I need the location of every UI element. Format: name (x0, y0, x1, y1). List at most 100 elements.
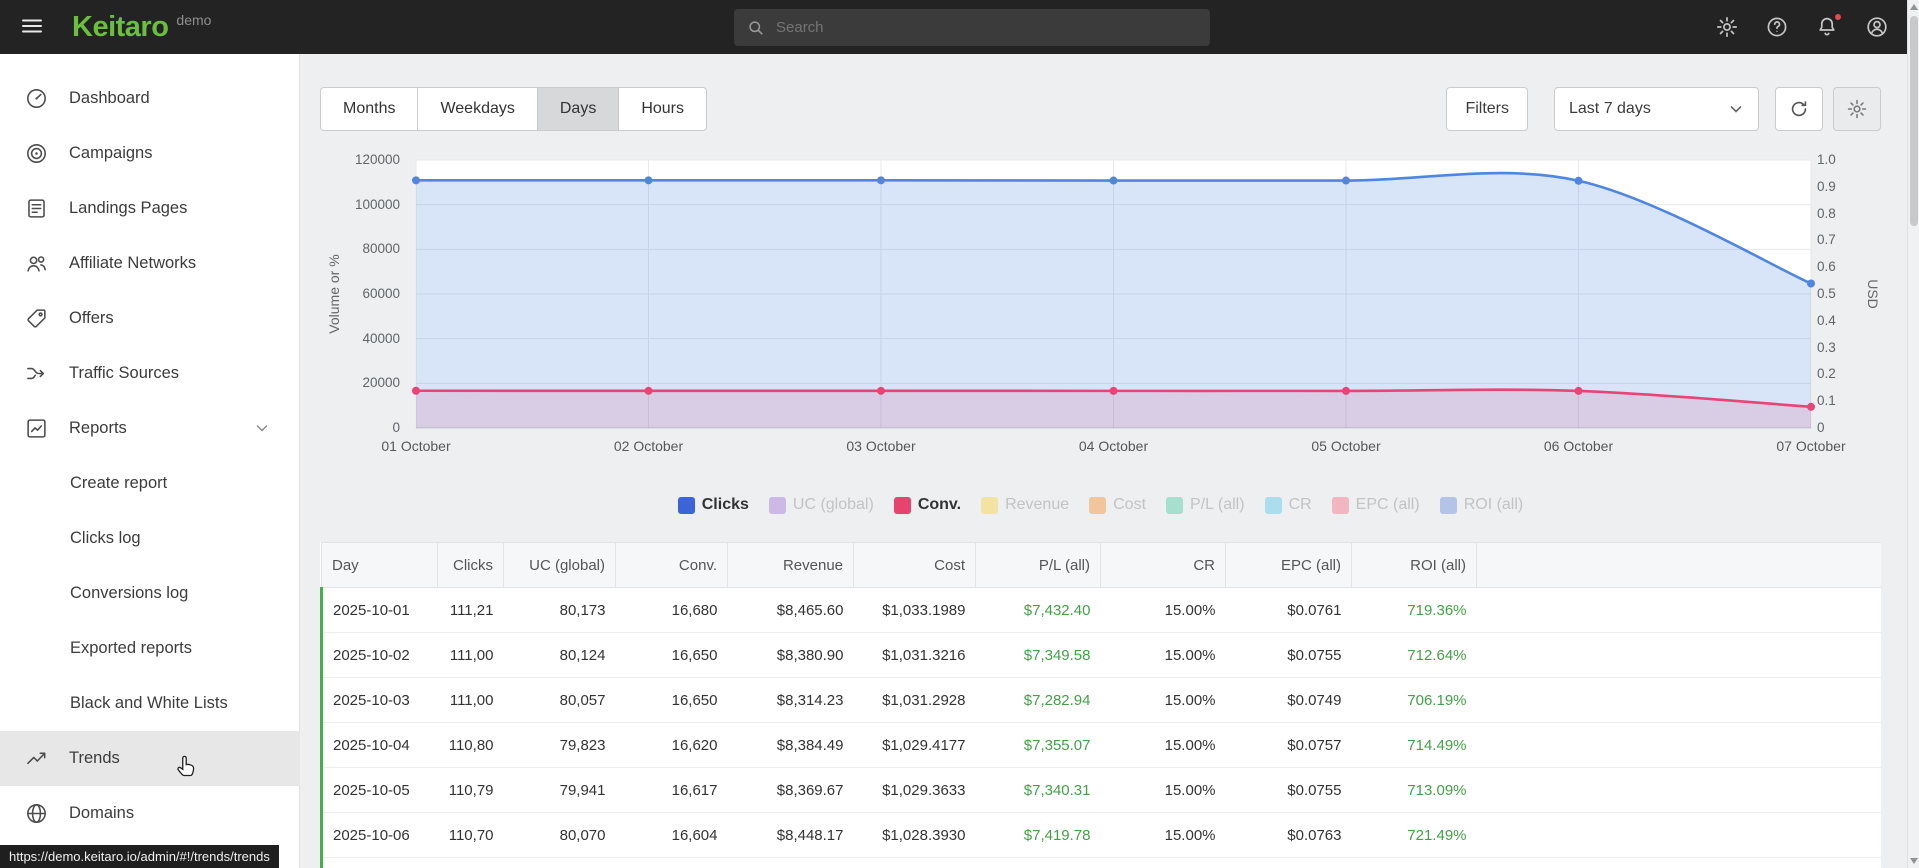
scrollbar-thumb[interactable] (1910, 16, 1918, 226)
tab-hours[interactable]: Hours (618, 87, 708, 131)
column-header-revenue[interactable]: Revenue (727, 542, 854, 588)
search-input[interactable] (776, 19, 1198, 36)
sidebar-item-label: Reports (69, 419, 127, 437)
column-header-day[interactable]: Day (321, 542, 438, 588)
table-cell: $0.0755 (1225, 632, 1352, 678)
gear-icon[interactable] (1715, 15, 1739, 39)
legend-swatch (768, 496, 786, 514)
y-axis-tick-label: 0 (392, 420, 400, 435)
y-axis-tick-label: 60000 (362, 286, 400, 301)
table-cell-filler (1476, 767, 1881, 813)
conv-marker (1109, 386, 1118, 395)
sidebar-item-campaigns[interactable]: Campaigns (0, 126, 300, 181)
bell-icon[interactable] (1815, 12, 1843, 39)
table-cell: 79,941 (503, 767, 616, 813)
y-axis-right-tick-label: 0.9 (1817, 178, 1836, 194)
sidebar-item-black-and-white-lists[interactable]: Black and White Lists (0, 676, 300, 731)
y-axis-right-title: USD (1865, 279, 1881, 309)
table-cell: $7,419.78 (975, 812, 1101, 858)
sidebar-item-label: Create report (70, 474, 168, 492)
sidebar-item-landings-pages[interactable]: Landings Pages (0, 181, 300, 236)
column-header-roi-all[interactable]: ROI (all) (1351, 542, 1477, 588)
legend-item-clicks[interactable]: Clicks (677, 496, 749, 514)
table-cell: 713.09% (1351, 767, 1477, 813)
y-axis-right-tick-label: 0 (1817, 420, 1825, 435)
scrollbar-up-arrow[interactable] (1910, 4, 1918, 10)
legend-label: Cost (1113, 496, 1147, 513)
sidebar-item-label: Dashboard (69, 89, 150, 107)
sidebar-item-traffic-sources[interactable]: Traffic Sources (0, 346, 300, 401)
table-cell: $0.0755 (1225, 767, 1352, 813)
sidebar-item-conversions-log[interactable]: Conversions log (0, 566, 300, 621)
legend-item-epc-all[interactable]: EPC (all) (1331, 496, 1420, 514)
column-header-uc-global[interactable]: UC (global) (503, 542, 616, 588)
menu-toggle-button[interactable] (12, 7, 52, 47)
offers-icon (25, 307, 48, 330)
table-cell: $8,384.49 (727, 722, 854, 768)
table-row: 2025-10-0744,4341,4576,66$3,357.51$527.8… (320, 857, 1881, 868)
table-cell: $2,829.68 (975, 857, 1101, 868)
sidebar-item-label: Campaigns (69, 144, 153, 162)
legend-item-roi-all[interactable]: ROI (all) (1439, 496, 1523, 514)
table-cell: 111,00 (437, 677, 504, 723)
legend-item-revenue[interactable]: Revenue (981, 496, 1069, 514)
table-cell: 79,823 (503, 722, 616, 768)
user-avatar-icon[interactable] (1865, 15, 1889, 39)
sidebar-item-exported-reports[interactable]: Exported reports (0, 621, 300, 676)
sidebar-item-domains[interactable]: Domains (0, 786, 300, 841)
legend-label: Conv. (917, 496, 962, 513)
traffic-sources-icon (25, 362, 48, 385)
search-box[interactable] (734, 9, 1210, 46)
topbar-actions (1715, 0, 1889, 54)
scrollbar-down-arrow[interactable] (1910, 858, 1918, 864)
table-cell: 15.00% (1100, 632, 1226, 678)
column-header-epc-all[interactable]: EPC (all) (1225, 542, 1352, 588)
help-icon[interactable] (1765, 15, 1789, 39)
scrollbar[interactable] (1907, 0, 1919, 868)
column-header-cost[interactable]: Cost (853, 542, 976, 588)
sidebar-item-create-report[interactable]: Create report (0, 456, 300, 511)
affiliate-networks-icon (25, 252, 48, 275)
column-header-p-l-all[interactable]: P/L (all) (975, 542, 1101, 588)
conv-marker (1807, 402, 1815, 411)
sidebar-item-affiliate-networks[interactable]: Affiliate Networks (0, 236, 300, 291)
app-logo[interactable]: Keitaro (72, 11, 169, 44)
column-header-clicks[interactable]: Clicks (437, 542, 504, 588)
sidebar-item-reports[interactable]: Reports (0, 401, 300, 456)
table-cell: 714.49% (1351, 722, 1477, 768)
sidebar-item-label: Traffic Sources (69, 364, 180, 382)
legend-swatch (677, 496, 695, 514)
legend-label: Revenue (1005, 496, 1070, 513)
y-axis-right-tick-label: 0.7 (1817, 232, 1836, 248)
clicks-marker (1342, 176, 1350, 185)
table-cell: $0.0749 (1225, 677, 1352, 723)
tab-weekdays[interactable]: Weekdays (417, 87, 538, 131)
table-cell: $7,282.94 (975, 677, 1101, 723)
refresh-button[interactable] (1775, 87, 1823, 131)
legend-item-uc-global[interactable]: UC (global) (768, 496, 874, 514)
table-cell: 15.00% (1100, 677, 1226, 723)
campaigns-icon (25, 142, 48, 165)
tab-days[interactable]: Days (536, 87, 620, 131)
legend-item-conv[interactable]: Conv. (893, 496, 962, 514)
tab-months[interactable]: Months (320, 87, 419, 131)
filters-button[interactable]: Filters (1446, 87, 1528, 131)
sidebar-item-dashboard[interactable]: Dashboard (0, 71, 300, 126)
sidebar-item-trends[interactable]: Trends (0, 731, 300, 786)
trends-icon (25, 747, 48, 770)
column-header-cr[interactable]: CR (1100, 542, 1226, 588)
date-range-select[interactable]: Last 7 days (1554, 87, 1759, 131)
view-tabs: Months Weekdays Days Hours (320, 87, 708, 131)
column-header-conv[interactable]: Conv. (615, 542, 728, 588)
table-cell: 16,650 (615, 632, 728, 678)
sidebar-item-offers[interactable]: Offers (0, 291, 300, 346)
chart-settings-button[interactable] (1833, 87, 1881, 131)
sidebar-item-label: Conversions log (70, 584, 189, 602)
legend-item-cr[interactable]: CR (1264, 496, 1312, 514)
table-cell: $7,340.31 (975, 767, 1101, 813)
sidebar-item-clicks-log[interactable]: Clicks log (0, 511, 300, 566)
legend-item-cost[interactable]: Cost (1089, 496, 1146, 514)
legend-item-p-l-all[interactable]: P/L (all) (1166, 496, 1245, 514)
legend-label: EPC (all) (1355, 496, 1420, 513)
sidebar-item-label: Affiliate Networks (69, 254, 197, 272)
